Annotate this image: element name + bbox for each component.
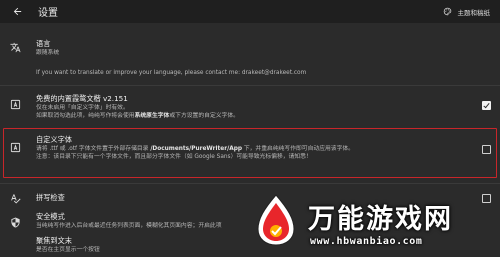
font-icon [10,142,21,153]
setting-language[interactable]: 语言 跟随系统 If you want to translate or impr… [0,37,500,85]
divider [0,85,500,86]
custom-font-desc-1: 请将 .ttf 或 .otf 字体文件置于外部存储目录 /Documents/P… [36,145,472,153]
custom-font-desc-2: 注意：该目录下只能有一个字体文件，而且部分字体文件（如 Google Sans）… [36,154,312,160]
language-value: 跟随系统 [36,50,60,56]
translate-icon [10,42,21,53]
font-icon [10,99,21,110]
app-bar: 设置 主题和稿纸 [0,0,500,23]
focus-end-title: 聚焦到文末 [36,236,72,245]
arrow-left-icon [13,7,21,16]
custom-font-checkbox[interactable] [482,145,491,154]
palette-icon [443,7,453,17]
custom-font-path: /Documents/PureWriter/App [150,146,242,152]
builtin-font-desc-2-prefix: 如果取消勾选此项，纯纯写作将会使用 [36,113,135,119]
settings-list: 语言 跟随系统 If you want to translate or impr… [0,23,500,257]
spellcheck-icon [10,193,21,204]
builtin-font-desc-2-bold: 系统原生字体 [134,113,170,119]
setting-focus-end[interactable]: 聚焦到文末 是否在主页显示一个按钮 [0,235,500,257]
custom-font-desc-1-suffix: 下，并重启纯纯写作即可自动应用该字体。 [242,146,354,152]
theme-and-paper-button[interactable]: 主题和稿纸 [443,7,491,17]
safe-mode-desc: 当纯纯写作进入后台或最近任务列表页面，模糊化其页面内容；开启此项 [36,223,222,229]
focus-end-desc: 是否在主页显示一个按钮 [36,247,100,253]
page-title: 设置 [38,8,58,19]
divider [0,183,500,184]
setting-custom-font[interactable]: 自定义字体 请将 .ttf 或 .otf 字体文件置于外部存储目录 /Docum… [0,131,500,175]
builtin-font-checkbox[interactable] [482,101,491,110]
spellcheck-checkbox[interactable] [482,194,491,203]
language-title: 语言 [36,39,51,48]
builtin-font-title: 免费的内置霞鹜文楷 v2.151 [36,94,128,103]
builtin-font-desc-1: 仅在未启用「自定义字体」时有效。 [36,105,129,111]
theme-and-paper-label: 主题和稿纸 [457,8,491,17]
setting-safe-mode[interactable]: 安全模式 当纯纯写作进入后台或最近任务列表页面，模糊化其页面内容；开启此项 [0,211,500,235]
shield-icon [10,217,21,228]
back-button[interactable] [10,5,24,19]
custom-font-title: 自定义字体 [36,135,72,144]
safe-mode-title: 安全模式 [36,212,65,221]
spellcheck-title: 拼写检查 [36,193,65,202]
builtin-font-desc-2: 如果取消勾选此项，纯纯写作将会使用系统原生字体或下方设置的自定义字体。 [36,112,472,120]
builtin-font-desc-2-suffix: 或下方设置的自定义字体。 [169,113,239,119]
language-note: If you want to translate or improve your… [36,70,307,76]
custom-font-desc-1-prefix: 请将 .ttf 或 .otf 字体文件置于外部存储目录 [36,146,151,152]
setting-spellcheck[interactable]: 拼写检查 [0,185,500,211]
setting-builtin-font[interactable]: 免费的内置霞鹜文楷 v2.151 仅在未启用「自定义字体」时有效。 如果取消勾选… [0,87,500,125]
